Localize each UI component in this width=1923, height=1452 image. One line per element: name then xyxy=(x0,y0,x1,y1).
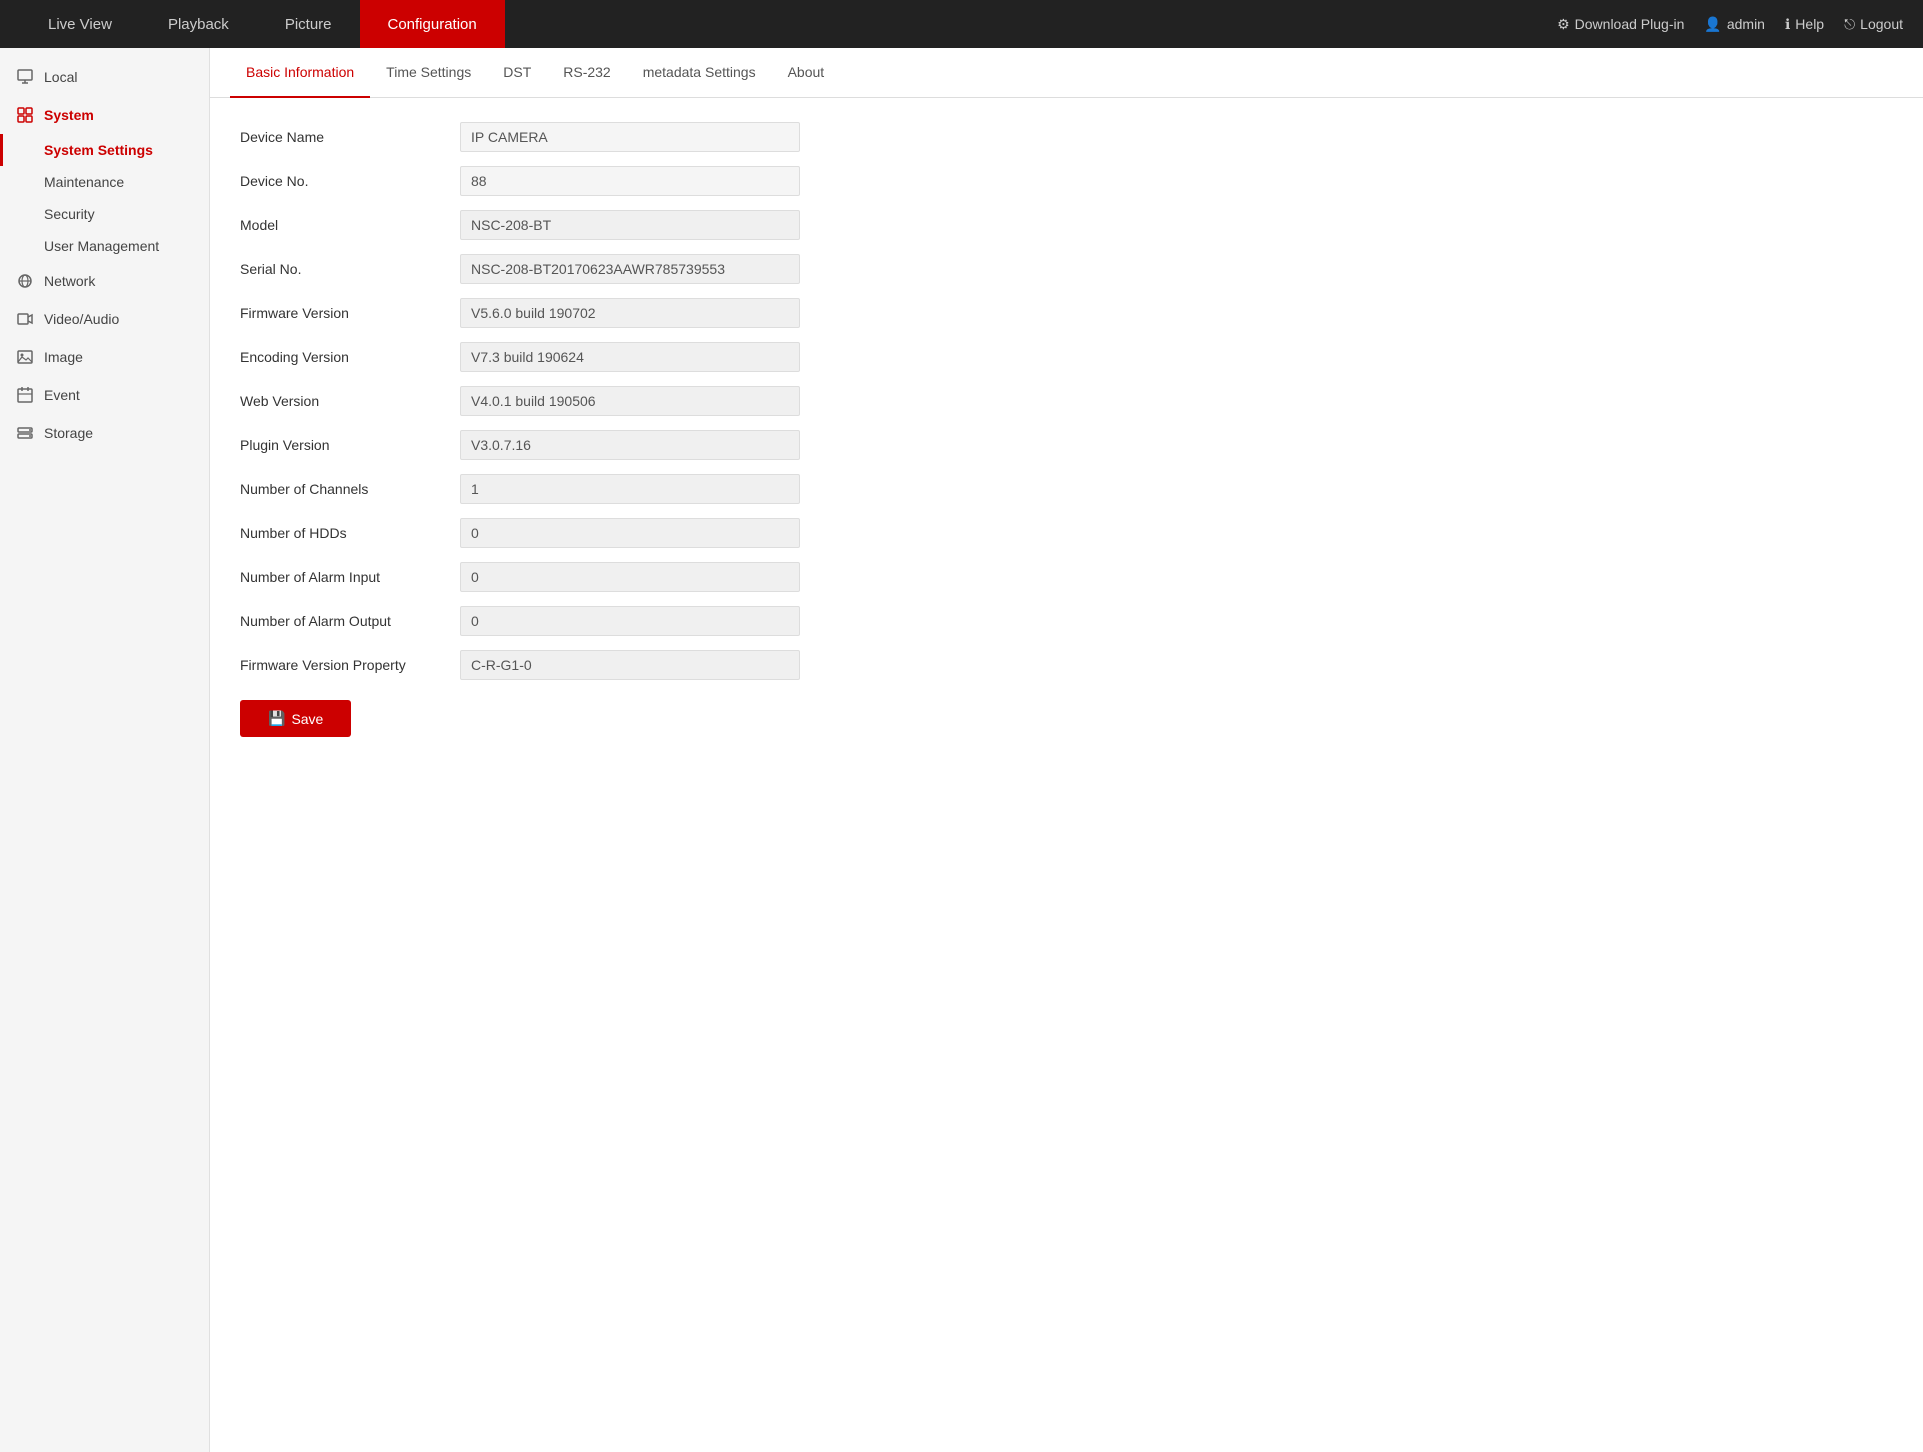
help-btn[interactable]: ℹ Help xyxy=(1785,16,1824,33)
input-firmware-version-property xyxy=(460,650,800,680)
input-number-of-channels xyxy=(460,474,800,504)
logout-icon: ⎋ xyxy=(1844,16,1855,33)
tab-metadata-settings[interactable]: metadata Settings xyxy=(627,48,772,98)
label-web-version: Web Version xyxy=(240,393,460,409)
nav-configuration[interactable]: Configuration xyxy=(360,0,505,48)
input-plugin-version xyxy=(460,430,800,460)
label-serial-no: Serial No. xyxy=(240,261,460,277)
plug-icon: ⚙ xyxy=(1557,16,1570,33)
save-icon: 💾 xyxy=(268,710,285,727)
form-row-number-of-alarm-output: Number of Alarm Output xyxy=(240,606,1893,636)
sidebar-label-event: Event xyxy=(44,387,80,403)
label-model: Model xyxy=(240,217,460,233)
network-icon xyxy=(16,272,34,290)
info-icon: ℹ xyxy=(1785,16,1790,33)
sidebar-item-network[interactable]: Network xyxy=(0,262,209,300)
tabs-bar: Basic Information Time Settings DST RS-2… xyxy=(210,48,1923,98)
input-firmware-version xyxy=(460,298,800,328)
form-row-web-version: Web Version xyxy=(240,386,1893,416)
label-number-of-channels: Number of Channels xyxy=(240,481,460,497)
main-content: Basic Information Time Settings DST RS-2… xyxy=(210,48,1923,1452)
form-row-firmware-version-property: Firmware Version Property xyxy=(240,650,1893,680)
form-row-number-of-alarm-input: Number of Alarm Input xyxy=(240,562,1893,592)
sidebar-subitem-security[interactable]: Security xyxy=(0,198,209,230)
label-device-no: Device No. xyxy=(240,173,460,189)
tab-time-settings[interactable]: Time Settings xyxy=(370,48,487,98)
sidebar-subitem-user-management[interactable]: User Management xyxy=(0,230,209,262)
form-area: Device Name Device No. Model Serial No. … xyxy=(210,98,1923,761)
label-number-of-hdds: Number of HDDs xyxy=(240,525,460,541)
form-row-model: Model xyxy=(240,210,1893,240)
input-serial-no xyxy=(460,254,800,284)
input-device-no[interactable] xyxy=(460,166,800,196)
top-nav: Live View Playback Picture Configuration… xyxy=(0,0,1923,48)
nav-right: ⚙ Download Plug-in 👤 admin ℹ Help ⎋ Logo… xyxy=(1557,16,1903,33)
logout-btn[interactable]: ⎋ Logout xyxy=(1844,16,1903,33)
sidebar: Local System System Settings Maintenance… xyxy=(0,48,210,1452)
label-device-name: Device Name xyxy=(240,129,460,145)
sidebar-label-video-audio: Video/Audio xyxy=(44,311,119,327)
sidebar-label-network: Network xyxy=(44,273,95,289)
sidebar-item-event[interactable]: Event xyxy=(0,376,209,414)
admin-btn[interactable]: 👤 admin xyxy=(1704,16,1765,33)
sidebar-item-storage[interactable]: Storage xyxy=(0,414,209,452)
form-row-encoding-version: Encoding Version xyxy=(240,342,1893,372)
tab-rs-232[interactable]: RS-232 xyxy=(547,48,626,98)
form-row-serial-no: Serial No. xyxy=(240,254,1893,284)
sidebar-label-image: Image xyxy=(44,349,83,365)
sidebar-item-image[interactable]: Image xyxy=(0,338,209,376)
sidebar-label-local: Local xyxy=(44,69,77,85)
input-number-of-alarm-output xyxy=(460,606,800,636)
label-plugin-version: Plugin Version xyxy=(240,437,460,453)
input-model xyxy=(460,210,800,240)
nav-playback[interactable]: Playback xyxy=(140,0,257,48)
sidebar-item-system[interactable]: System xyxy=(0,96,209,134)
sidebar-label-system: System xyxy=(44,107,94,123)
label-number-of-alarm-input: Number of Alarm Input xyxy=(240,569,460,585)
sidebar-label-storage: Storage xyxy=(44,425,93,441)
image-icon xyxy=(16,348,34,366)
event-icon xyxy=(16,386,34,404)
form-row-device-no: Device No. xyxy=(240,166,1893,196)
input-encoding-version xyxy=(460,342,800,372)
tab-basic-information[interactable]: Basic Information xyxy=(230,48,370,98)
save-button[interactable]: 💾 Save xyxy=(240,700,351,737)
monitor-icon xyxy=(16,68,34,86)
form-row-number-of-channels: Number of Channels xyxy=(240,474,1893,504)
save-button-label: Save xyxy=(291,711,323,727)
sidebar-item-local[interactable]: Local xyxy=(0,58,209,96)
sidebar-subitem-system-settings[interactable]: System Settings xyxy=(0,134,209,166)
nav-links: Live View Playback Picture Configuration xyxy=(20,0,1557,48)
sidebar-subitem-maintenance[interactable]: Maintenance xyxy=(0,166,209,198)
label-firmware-version-property: Firmware Version Property xyxy=(240,657,460,673)
input-number-of-hdds xyxy=(460,518,800,548)
input-device-name[interactable] xyxy=(460,122,800,152)
form-row-plugin-version: Plugin Version xyxy=(240,430,1893,460)
tab-dst[interactable]: DST xyxy=(487,48,547,98)
form-row-device-name: Device Name xyxy=(240,122,1893,152)
nav-picture[interactable]: Picture xyxy=(257,0,360,48)
form-row-number-of-hdds: Number of HDDs xyxy=(240,518,1893,548)
user-icon: 👤 xyxy=(1704,16,1721,33)
tab-about[interactable]: About xyxy=(772,48,841,98)
sidebar-section: Local System System Settings Maintenance… xyxy=(0,48,209,462)
layout: Local System System Settings Maintenance… xyxy=(0,48,1923,1452)
storage-icon xyxy=(16,424,34,442)
system-icon xyxy=(16,106,34,124)
form-row-firmware-version: Firmware Version xyxy=(240,298,1893,328)
label-encoding-version: Encoding Version xyxy=(240,349,460,365)
label-firmware-version: Firmware Version xyxy=(240,305,460,321)
download-plugin-btn[interactable]: ⚙ Download Plug-in xyxy=(1557,16,1684,33)
nav-live-view[interactable]: Live View xyxy=(20,0,140,48)
sidebar-item-video-audio[interactable]: Video/Audio xyxy=(0,300,209,338)
label-number-of-alarm-output: Number of Alarm Output xyxy=(240,613,460,629)
video-icon xyxy=(16,310,34,328)
input-web-version xyxy=(460,386,800,416)
input-number-of-alarm-input xyxy=(460,562,800,592)
